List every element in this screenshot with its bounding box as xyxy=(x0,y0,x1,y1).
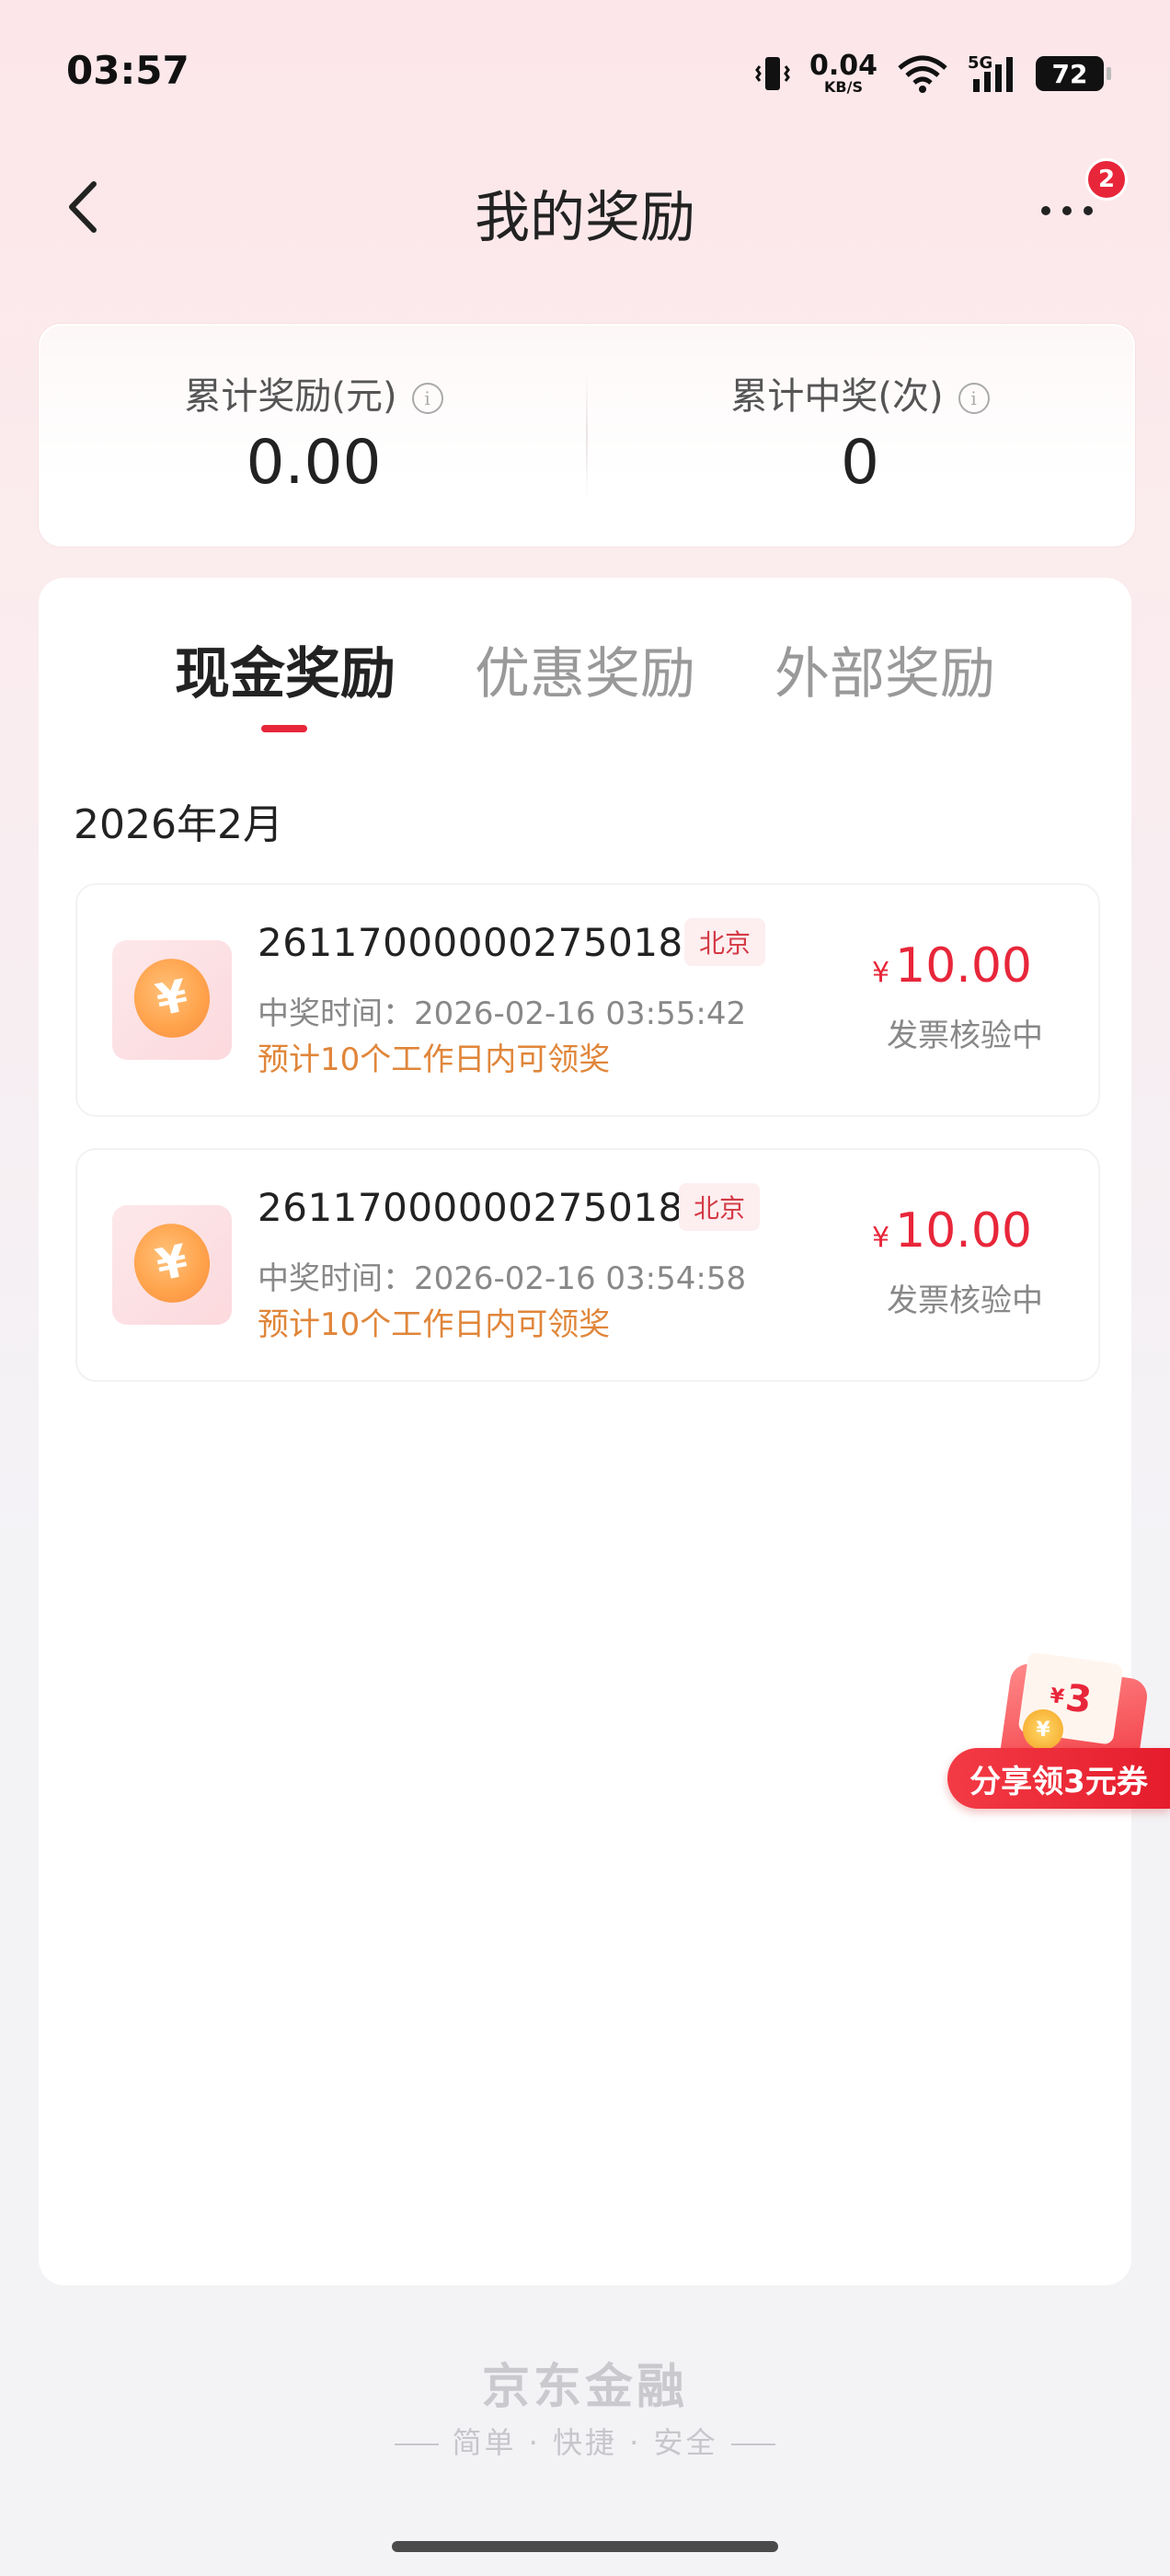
amount-value: 10.00 xyxy=(895,1203,1032,1259)
tab-external-rewards[interactable]: 外部奖励 xyxy=(774,629,995,709)
reward-icon: ¥ xyxy=(112,1205,232,1325)
amount-value: 10.00 xyxy=(895,938,1032,994)
currency-symbol: ¥ xyxy=(872,1222,890,1254)
total-reward-section: 累计奖励(元) i 0.00 xyxy=(40,326,587,545)
net-speed: 0.04 KB/S xyxy=(809,52,878,95)
win-time-label: 中奖时间： xyxy=(258,995,414,1032)
rewards-list-card: 现金奖励 优惠奖励 外部奖励 2026年2月 ¥ 261170000002750… xyxy=(39,578,1131,2285)
coupon-value: 3 xyxy=(1062,1676,1095,1722)
slogan-text: 简单 · 快捷 · 安全 xyxy=(452,2425,718,2460)
signal-bars-icon xyxy=(973,57,1013,92)
reward-amount: ¥10.00 xyxy=(872,938,1032,994)
reward-amount: ¥10.00 xyxy=(872,1203,1032,1259)
yuan-coin-icon: ¥ xyxy=(126,951,218,1045)
total-reward-label: 累计奖励(元) xyxy=(184,375,397,418)
status-icons: 0.04 KB/S 5G 72 xyxy=(754,50,1111,98)
tab-cash-rewards[interactable]: 现金奖励 xyxy=(175,629,396,709)
win-time: 中奖时间：2026-02-16 03:54:58 xyxy=(258,1253,746,1298)
reward-icon: ¥ xyxy=(112,940,232,1060)
record-status: 发票核验中 xyxy=(887,1018,1043,1054)
active-tab-indicator xyxy=(261,725,307,732)
tab-discount-rewards[interactable]: 优惠奖励 xyxy=(475,629,695,709)
notification-badge: 2 xyxy=(1085,158,1128,201)
info-icon[interactable]: i xyxy=(411,383,443,414)
total-wins-label-row: 累计中奖(次) i xyxy=(587,366,1133,420)
win-time: 中奖时间：2026-02-16 03:55:42 xyxy=(258,988,746,1033)
month-header: 2026年2月 xyxy=(74,801,283,848)
city-tag: 北京 xyxy=(679,1183,761,1231)
wifi-icon xyxy=(898,55,947,93)
vibrate-icon xyxy=(755,57,790,90)
record-number: 26117000000275018463 xyxy=(258,920,759,965)
slogan-divider xyxy=(395,2444,440,2445)
net-speed-value: 0.04 xyxy=(809,50,878,82)
share-coupon-label: 分享领3元券 xyxy=(947,1748,1170,1809)
total-wins-value: 0 xyxy=(841,427,879,498)
net-speed-unit: KB/S xyxy=(824,78,863,96)
total-wins-label: 累计中奖(次) xyxy=(730,375,944,418)
currency-symbol: ¥ xyxy=(872,957,890,989)
record-status: 发票核验中 xyxy=(887,1282,1043,1319)
reward-record[interactable]: ¥ 26117000000275018463 北京 中奖时间：2026-02-1… xyxy=(75,883,1100,1117)
slogan-divider xyxy=(730,2444,775,2445)
brand-slogan: 简单 · 快捷 · 安全 xyxy=(0,2420,1170,2462)
more-dot xyxy=(1062,206,1072,215)
info-icon[interactable]: i xyxy=(958,383,990,414)
home-indicator[interactable] xyxy=(392,2541,778,2552)
status-time: 03:57 xyxy=(66,48,189,93)
coupon-currency: ¥ xyxy=(1048,1684,1066,1709)
more-dot xyxy=(1084,206,1093,215)
signal-5g: 5G xyxy=(968,53,1017,94)
city-tag: 北京 xyxy=(684,918,766,966)
yuan-coin-icon: ¥ xyxy=(126,1216,218,1310)
win-time-label: 中奖时间： xyxy=(258,1260,414,1297)
page-title: 我的奖励 xyxy=(475,186,695,250)
claim-note: 预计10个工作日内可领奖 xyxy=(258,1306,611,1343)
more-dot xyxy=(1041,206,1050,215)
battery-level: 72 xyxy=(1051,58,1088,89)
total-wins-section: 累计中奖(次) i 0 xyxy=(587,326,1133,545)
share-coupon-float[interactable]: ¥3 ¥ 分享领3元券 xyxy=(947,1651,1170,1814)
battery-indicator: 72 xyxy=(1036,56,1111,91)
win-time-value: 2026-02-16 03:54:58 xyxy=(414,1260,747,1297)
claim-note: 预计10个工作日内可领奖 xyxy=(258,1041,611,1078)
summary-card: 累计奖励(元) i 0.00 累计中奖(次) i 0 xyxy=(39,324,1135,546)
reward-record[interactable]: ¥ 26117000000275018412 北京 中奖时间：2026-02-1… xyxy=(75,1148,1100,1382)
win-time-value: 2026-02-16 03:55:42 xyxy=(414,995,747,1032)
total-reward-value: 0.00 xyxy=(246,427,382,498)
coin-icon: ¥ xyxy=(1023,1709,1063,1750)
total-reward-label-row: 累计奖励(元) i xyxy=(40,366,587,420)
brand-logo-text: 京东金融 xyxy=(481,2360,688,2415)
